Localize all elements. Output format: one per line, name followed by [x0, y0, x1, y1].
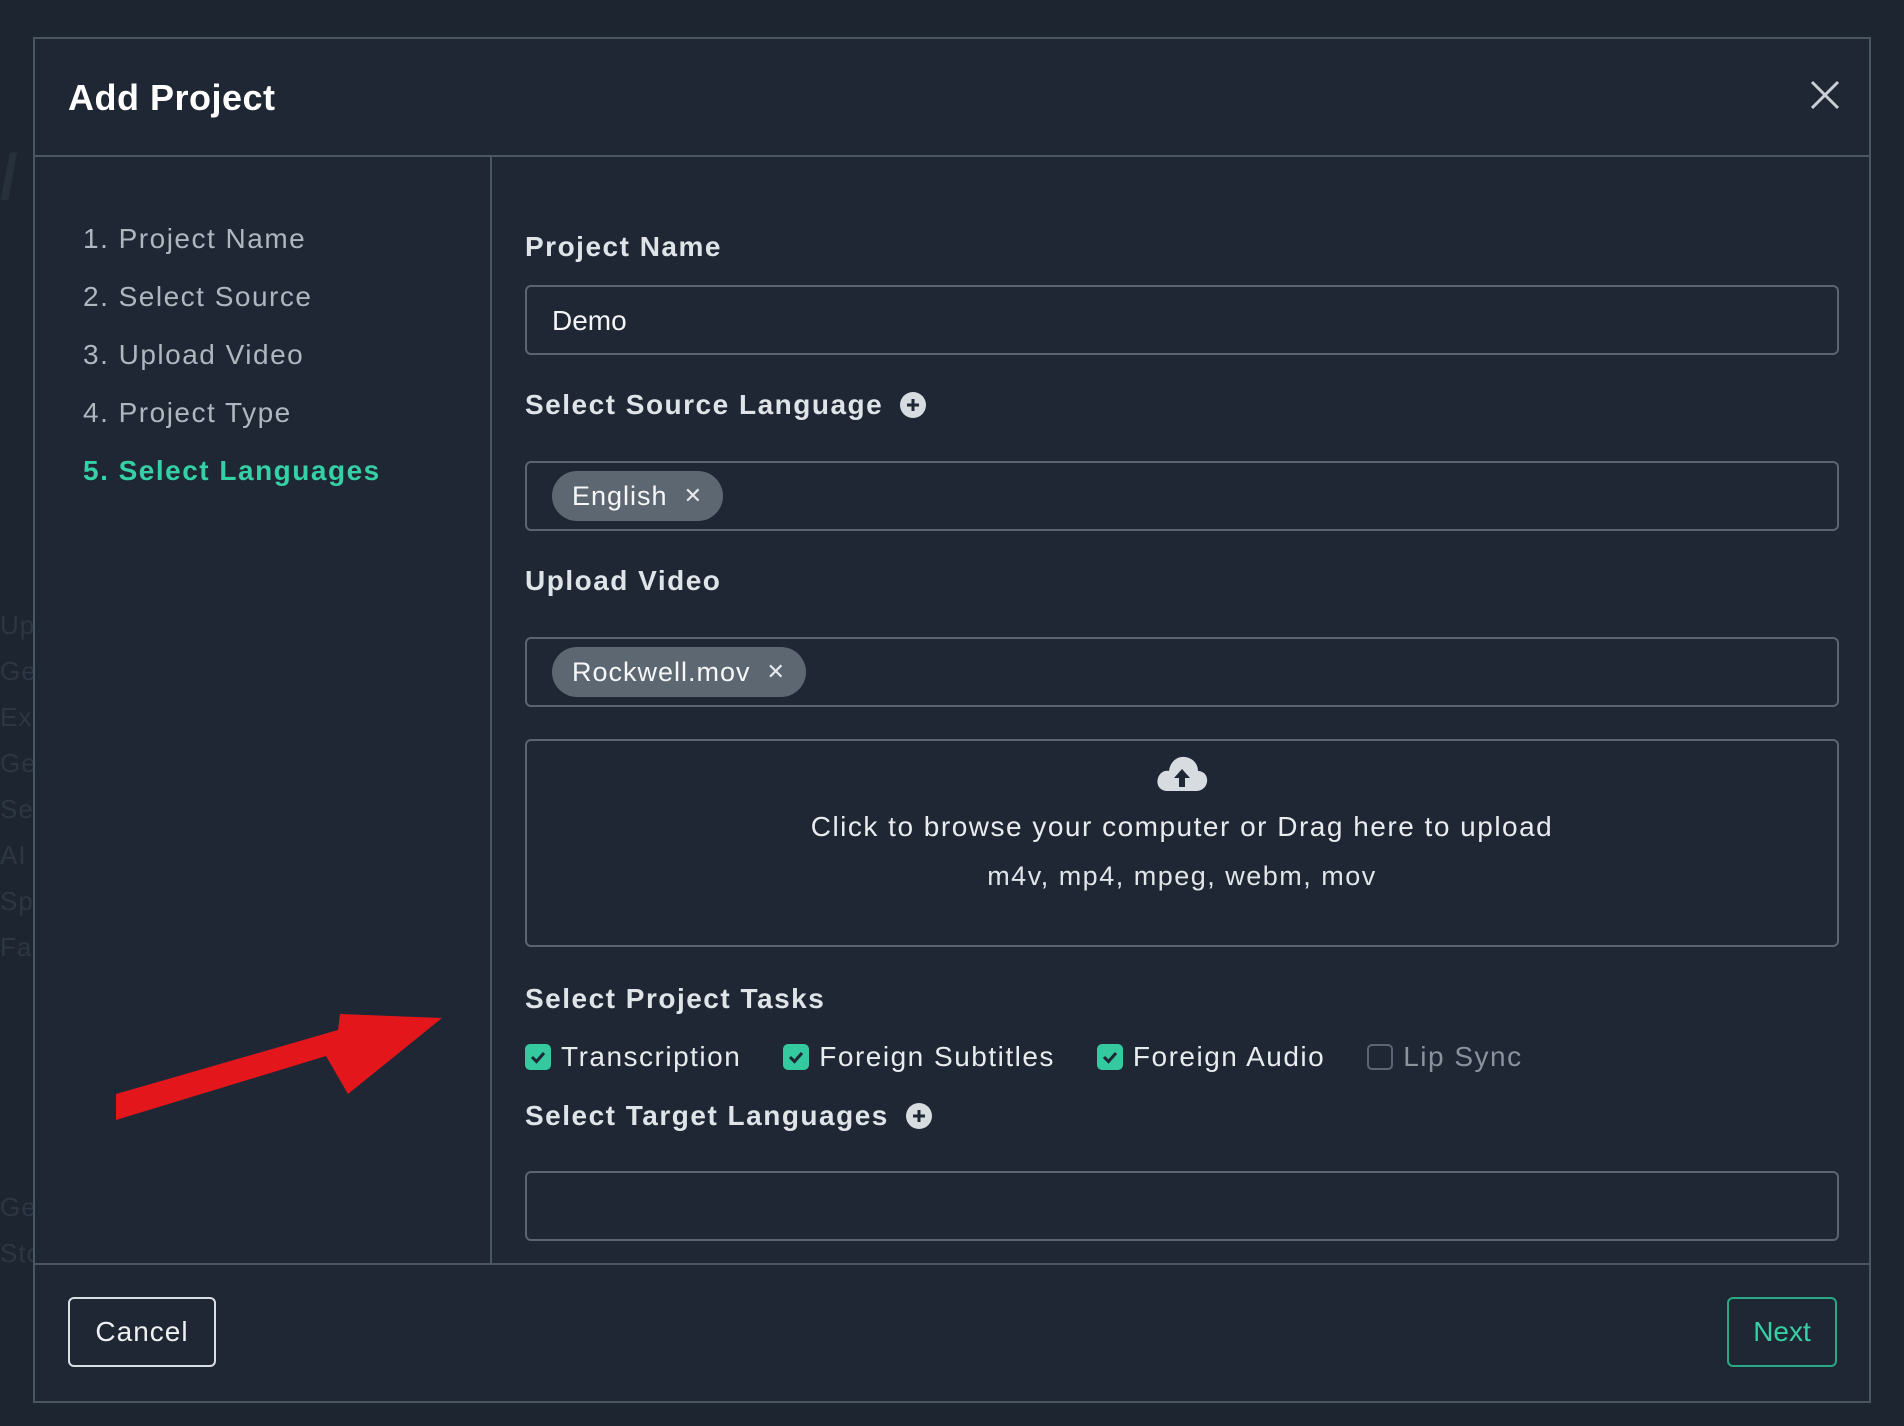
modal-footer: Cancel Next: [35, 1263, 1869, 1401]
source-language-label-text: Select Source Language: [525, 389, 884, 420]
language-chip: English ✕: [552, 471, 723, 521]
task-label: Foreign Subtitles: [819, 1041, 1055, 1072]
modal-header: Add Project: [35, 39, 1869, 157]
task-label: Transcription: [561, 1041, 742, 1072]
target-languages-select[interactable]: [525, 1171, 1839, 1241]
task-lip-sync[interactable]: Lip Sync: [1367, 1041, 1522, 1073]
project-name-input[interactable]: Demo: [525, 285, 1839, 355]
project-name-label: Project Name: [525, 231, 722, 263]
project-name-label-text: Project Name: [525, 231, 722, 262]
step-upload-video[interactable]: 3. Upload Video: [83, 339, 304, 371]
step-project-name[interactable]: 1. Project Name: [83, 223, 306, 255]
add-source-language-icon[interactable]: [899, 391, 927, 419]
close-icon: [1810, 80, 1840, 110]
annotation-arrow-icon: [116, 1014, 442, 1120]
task-transcription[interactable]: Transcription: [525, 1041, 741, 1073]
step-select-source[interactable]: 2. Select Source: [83, 281, 312, 313]
task-label: Foreign Audio: [1132, 1041, 1326, 1072]
project-tasks-group: Transcription Foreign Subtitles Foreign …: [525, 1041, 1565, 1073]
add-target-language-icon[interactable]: [905, 1102, 933, 1130]
close-button[interactable]: [1807, 77, 1843, 113]
target-languages-label: Select Target Languages: [525, 1100, 933, 1132]
upload-video-label-text: Upload Video: [525, 565, 722, 596]
modal-content: Project Name Demo Select Source Language…: [492, 157, 1871, 1265]
task-foreign-audio[interactable]: Foreign Audio: [1096, 1041, 1326, 1073]
remove-chip-icon[interactable]: ✕: [684, 483, 703, 509]
modal-title: Add Project: [68, 77, 276, 118]
project-tasks-label-text: Select Project Tasks: [525, 983, 826, 1014]
add-project-modal: Add Project 1. Project Name 2. Select So…: [33, 37, 1871, 1403]
source-language-label: Select Source Language: [525, 389, 927, 421]
cancel-button[interactable]: Cancel: [68, 1297, 216, 1367]
source-language-select[interactable]: English ✕: [525, 461, 1839, 531]
task-label: Lip Sync: [1403, 1041, 1523, 1072]
dropzone-formats: m4v, mp4, mpeg, webm, mov: [987, 861, 1377, 891]
checkbox-unchecked[interactable]: [1367, 1044, 1394, 1070]
checkbox-checked[interactable]: [783, 1044, 810, 1070]
checkbox-checked[interactable]: [1096, 1044, 1123, 1070]
remove-chip-icon[interactable]: ✕: [767, 659, 786, 685]
uploaded-file-field[interactable]: Rockwell.mov ✕: [525, 637, 1839, 707]
chip-label: Rockwell.mov: [572, 656, 751, 687]
project-name-value: Demo: [552, 305, 627, 336]
check-icon: [789, 1052, 804, 1064]
dropzone-instructions: Click to browse your computer or Drag he…: [810, 811, 1554, 842]
next-button[interactable]: Next: [1727, 1297, 1837, 1367]
upload-video-label: Upload Video: [525, 565, 721, 597]
step-project-type[interactable]: 4. Project Type: [83, 397, 292, 429]
project-tasks-label: Select Project Tasks: [525, 983, 825, 1015]
step-select-languages[interactable]: 5. Select Languages: [83, 455, 381, 487]
chip-label: English: [572, 480, 668, 511]
check-icon: [530, 1052, 546, 1064]
upload-dropzone[interactable]: Click to browse your computer or Drag he…: [525, 739, 1839, 947]
cloud-upload-icon: [1157, 756, 1208, 791]
task-foreign-subtitles[interactable]: Foreign Subtitles: [783, 1041, 1055, 1073]
file-chip: Rockwell.mov ✕: [552, 647, 806, 697]
check-icon: [1102, 1052, 1118, 1064]
target-languages-label-text: Select Target Languages: [525, 1100, 889, 1131]
checkbox-checked[interactable]: [525, 1044, 551, 1070]
